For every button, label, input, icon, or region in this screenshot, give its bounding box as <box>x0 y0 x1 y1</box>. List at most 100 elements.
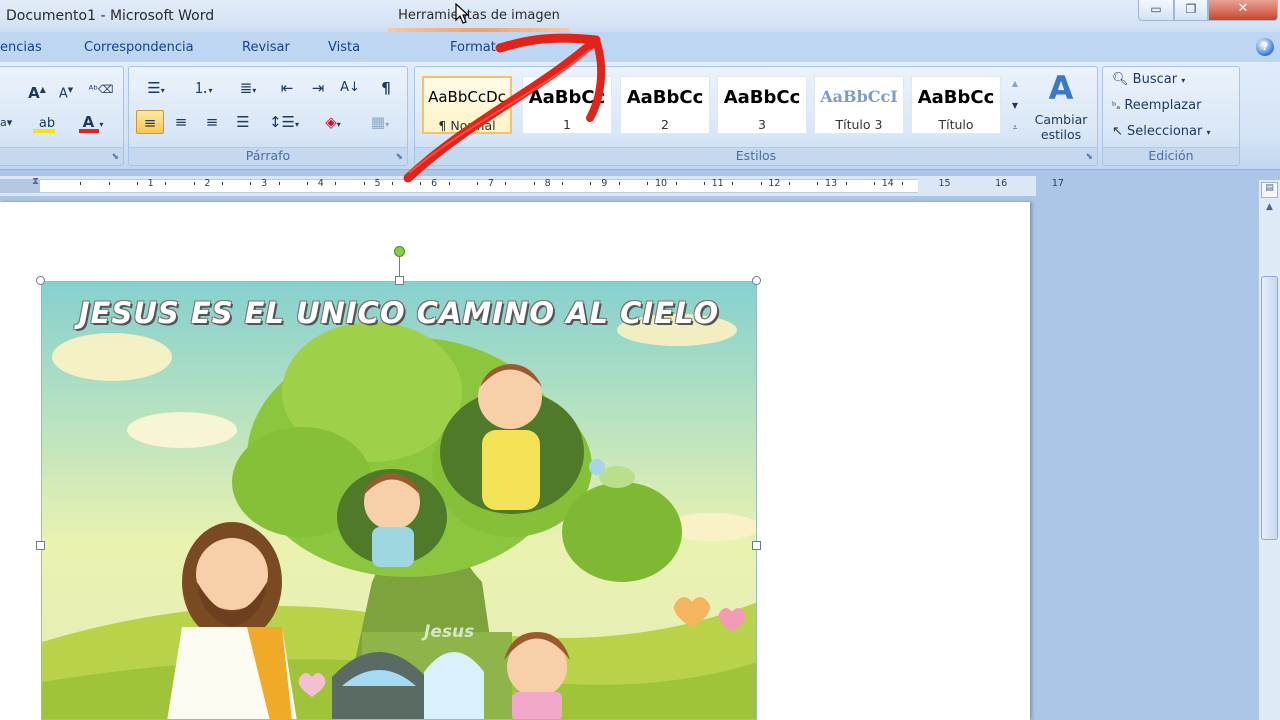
ruler-tick <box>306 182 308 185</box>
style-sample: AaBbCc <box>528 87 606 108</box>
tab-referencias[interactable]: encias <box>0 40 42 55</box>
minimize-button[interactable]: ▭ <box>1138 0 1174 21</box>
mouse-cursor-icon <box>455 3 469 24</box>
style-sample: AaBbCcI <box>820 87 898 106</box>
dialog-launcher-icon[interactable]: ⬊ <box>395 152 403 162</box>
style-heading-2[interactable]: AaBbCc 2 <box>620 76 710 134</box>
scroll-up-icon[interactable]: ▲ <box>1261 202 1278 218</box>
select-arrow-icon: ↖ <box>1112 124 1123 139</box>
indent-marker-icon[interactable]: ⧗ <box>32 176 39 187</box>
resize-handle-top-right[interactable] <box>752 276 761 285</box>
ruler-number: 9 <box>601 178 608 189</box>
font-color-button[interactable]: A ▾ <box>75 110 111 134</box>
ruler-tick <box>363 182 365 185</box>
align-left-icon[interactable]: ≡ <box>136 110 164 134</box>
group-label-estilos: Estilos <box>735 148 777 163</box>
style-normal[interactable]: AaBbCcDc ¶ Normal <box>422 76 512 134</box>
borders-icon[interactable]: ▦▾ <box>360 110 400 134</box>
ruler-number: 6 <box>431 178 438 189</box>
change-styles-icon[interactable]: A <box>1038 70 1084 106</box>
binoculars-icon: 🔍︎ <box>1112 72 1129 87</box>
view-ruler-icon[interactable]: ▤ <box>1261 182 1278 198</box>
horizontal-ruler[interactable]: ⧗ 1 2 3 4 5 6 7 8 9 10 11 12 13 14 15 16 17 <box>0 176 1064 196</box>
replace-button[interactable]: ᵇₐ Reemplazar <box>1112 96 1236 116</box>
chevron-down-icon: ▾ <box>1206 128 1211 137</box>
find-button[interactable]: 🔍︎ Buscar ▾ <box>1112 70 1236 90</box>
ruler-tick <box>533 182 535 185</box>
gallery-more-icon[interactable]: ⩡ <box>1006 118 1024 138</box>
align-right-icon[interactable]: ≡ <box>199 110 225 134</box>
style-name: ¶ Normal <box>438 118 496 133</box>
show-formatting-icon[interactable]: ¶ <box>372 76 400 100</box>
style-titulo-3[interactable]: AaBbCcI Título 3 <box>814 76 904 134</box>
picture-title-text: JESUS ES EL UNICO CAMINO AL CIELO <box>78 296 720 330</box>
context-tab-title[interactable]: Herramientas de imagen <box>388 8 570 23</box>
select-label: Seleccionar <box>1127 124 1203 139</box>
dialog-launcher-icon[interactable]: ⬊ <box>111 152 119 162</box>
shading-icon[interactable]: ◈▾ <box>313 110 353 134</box>
line-spacing-icon[interactable]: ↕☰▾ <box>264 110 304 134</box>
ruler-tick <box>250 182 252 185</box>
style-titulo[interactable]: AaBbCc Título <box>911 76 1001 134</box>
window-title: Documento1 - Microsoft Word <box>6 8 215 24</box>
tab-revisar[interactable]: Revisar <box>242 40 290 55</box>
grow-font-icon[interactable]: A▲ <box>26 78 48 102</box>
resize-handle-left[interactable] <box>36 541 45 550</box>
style-heading-1[interactable]: AaBbCc 1 <box>522 76 612 134</box>
scroll-thumb[interactable] <box>1261 276 1278 540</box>
change-styles-label[interactable]: Cambiar estilos <box>1030 112 1092 142</box>
vertical-scrollbar[interactable]: ▤ ▲ <box>1258 180 1280 720</box>
numbering-icon[interactable]: ⒈▾ <box>183 76 223 100</box>
sort-icon[interactable]: A↓ <box>336 76 364 100</box>
replace-label: Reemplazar <box>1124 98 1202 113</box>
highlight-color-button[interactable]: ab <box>30 110 64 134</box>
help-icon[interactable]: ? <box>1256 38 1274 56</box>
resize-handle-top[interactable] <box>395 276 404 285</box>
ruler-tick <box>873 182 875 185</box>
chevron-down-icon: ▾ <box>1181 76 1186 85</box>
ruler-tick <box>448 182 450 185</box>
increase-indent-icon[interactable]: ⇥ <box>305 76 331 100</box>
clear-format-icon[interactable]: ᴬᵇ⌫ <box>88 78 114 102</box>
maximize-button[interactable]: ❐ <box>1174 0 1208 21</box>
style-heading-3[interactable]: AaBbCc 3 <box>717 76 807 134</box>
tab-vista[interactable]: Vista <box>328 40 360 55</box>
gallery-up-icon[interactable]: ▲ <box>1006 74 1024 94</box>
group-label-parrafo: Párrafo <box>245 148 291 163</box>
replace-icon: ᵇₐ <box>1112 101 1121 112</box>
text-effects-icon[interactable]: a▾ <box>0 111 12 135</box>
gallery-down-icon[interactable]: ▼ <box>1006 96 1024 116</box>
multilevel-list-icon[interactable]: ≣▾ <box>228 76 268 100</box>
tab-formato[interactable]: Formato <box>450 40 504 55</box>
ribbon-tab-bar: encias Correspondencia Revisar Vista For… <box>0 32 1280 62</box>
decrease-indent-icon[interactable]: ⇤ <box>274 76 300 100</box>
ruler-tick <box>165 182 167 185</box>
align-center-icon[interactable]: ≡ <box>168 110 194 134</box>
resize-handle-top-left[interactable] <box>36 276 45 285</box>
group-footer <box>0 147 123 165</box>
justify-icon[interactable]: ☰ <box>230 110 256 134</box>
ruler-number: 10 <box>654 178 668 189</box>
select-button[interactable]: ↖ Seleccionar ▾ <box>1112 122 1236 142</box>
rotation-handle[interactable] <box>394 246 405 257</box>
ruler-tick <box>221 182 223 185</box>
ruler-number: 13 <box>825 178 838 189</box>
ruler-number: 5 <box>374 178 381 189</box>
ruler-tick <box>477 182 479 185</box>
inserted-picture[interactable]: Jesus JESUS ES EL UNICO CAMINO AL CIELO <box>41 281 757 720</box>
resize-handle-right[interactable] <box>752 541 761 550</box>
style-name: 3 <box>758 117 766 132</box>
dialog-launcher-icon[interactable]: ⬊ <box>1085 152 1093 162</box>
tab-correspondencia[interactable]: Correspondencia <box>84 40 194 55</box>
ruler-tick <box>335 182 337 185</box>
shrink-font-icon[interactable]: A▼ <box>55 78 77 102</box>
style-name: Título 3 <box>835 117 883 132</box>
style-name: Título <box>938 117 974 132</box>
ruler-number: 1 <box>147 178 154 189</box>
ribbon: ⬊ A▲ A▼ ᴬᵇ⌫ a▾ ab A ▾ Párrafo ⬊ ☰▾ ⒈▾ ≣▾… <box>0 62 1280 170</box>
bullets-icon[interactable]: ☰▾ <box>136 76 176 100</box>
ruler-tick <box>278 182 280 185</box>
ruler-number: 7 <box>487 178 494 189</box>
ruler-number: 2 <box>204 178 211 189</box>
close-button[interactable]: ✕ <box>1208 0 1278 21</box>
